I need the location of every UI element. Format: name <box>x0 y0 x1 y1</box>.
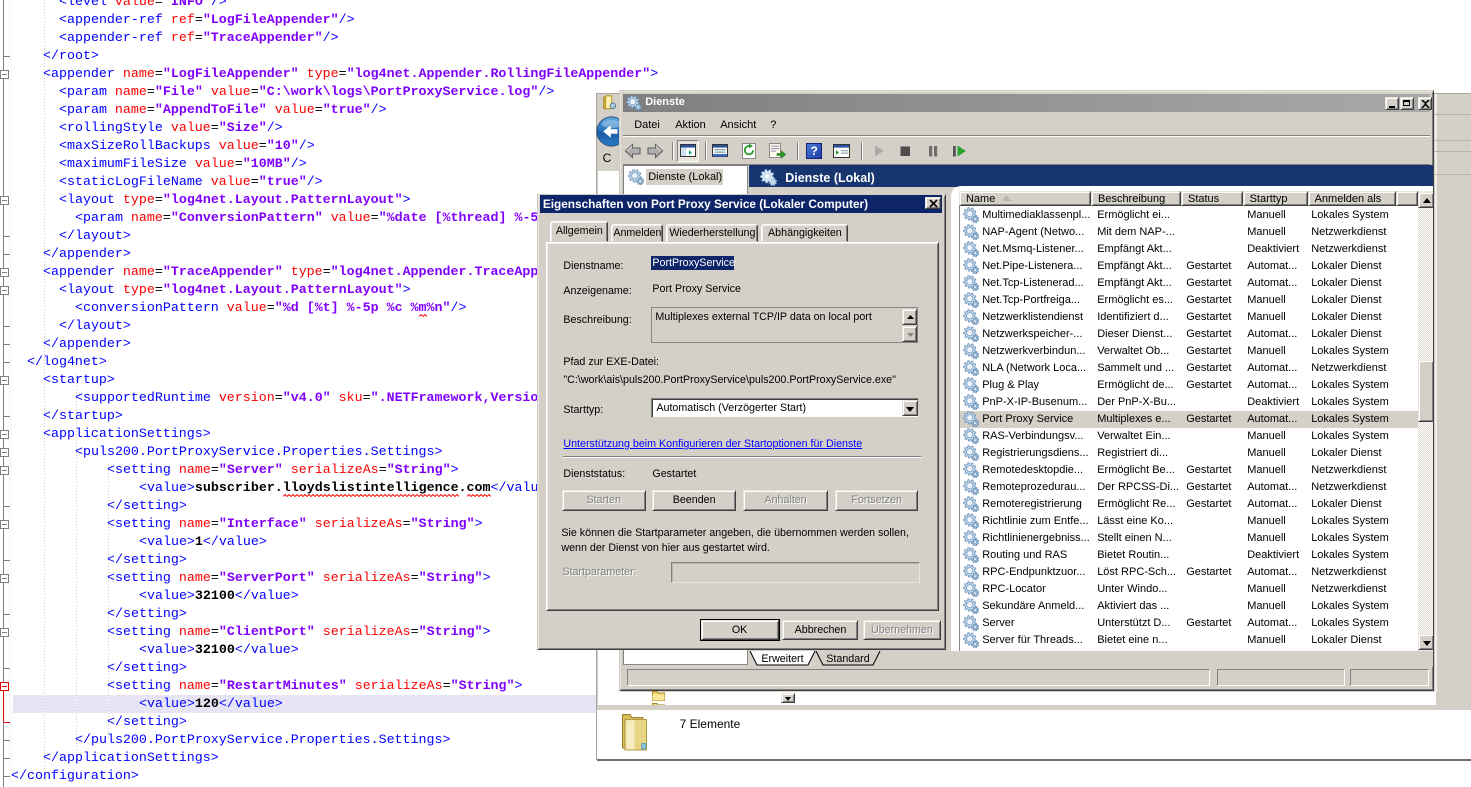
svg-text:Erweitert: Erweitert <box>762 653 804 665</box>
svg-text:Standard: Standard <box>826 653 869 665</box>
